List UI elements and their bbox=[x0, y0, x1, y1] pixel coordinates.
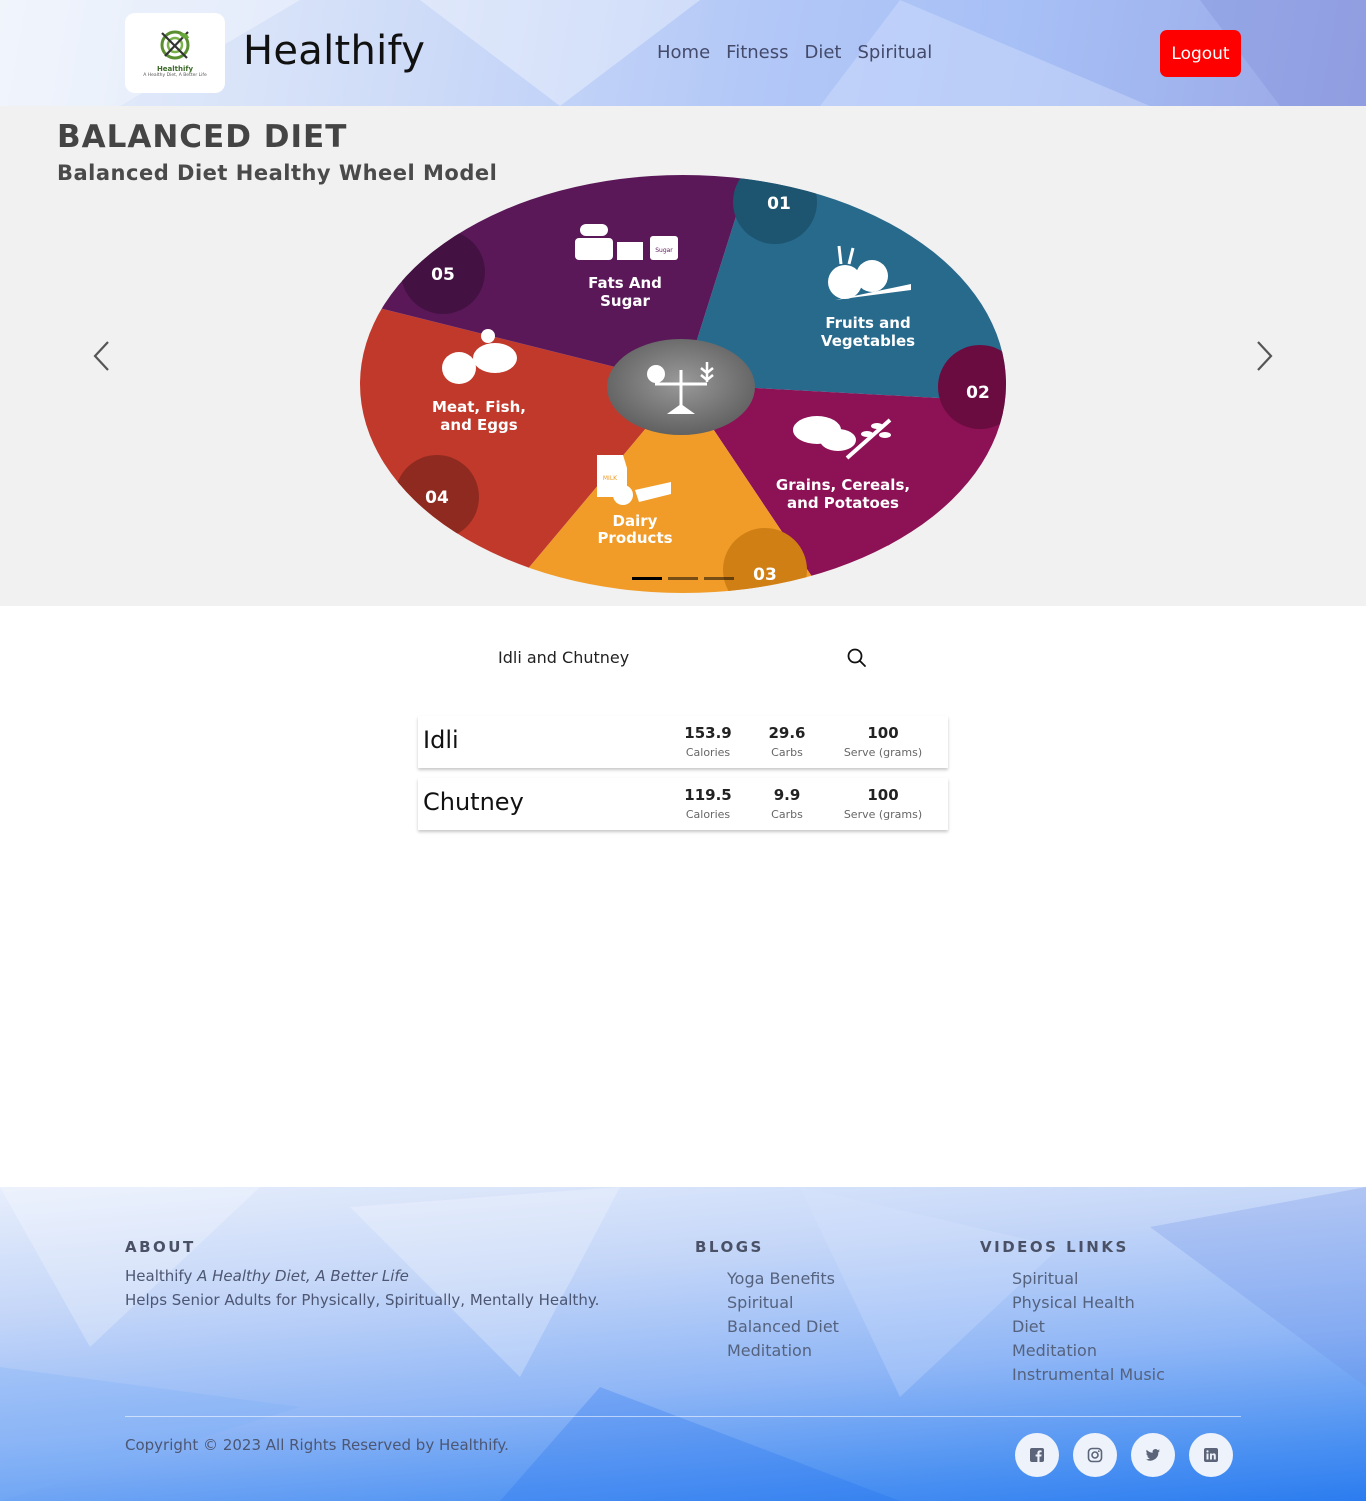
brand-title[interactable]: Healthify bbox=[243, 28, 425, 74]
serve-value: 100 bbox=[867, 786, 899, 804]
twitter-icon bbox=[1145, 1449, 1160, 1461]
facebook-icon bbox=[1030, 1448, 1044, 1462]
logo[interactable]: Healthify A Healthy Diet, A Better Life bbox=[125, 13, 225, 93]
serve-value: 100 bbox=[867, 724, 899, 742]
segment-number-05: 05 bbox=[431, 265, 455, 285]
nav-diet[interactable]: Diet bbox=[805, 42, 842, 63]
carousel-next-icon[interactable] bbox=[1252, 339, 1276, 373]
segment-label-fruits-1: Fruits and bbox=[825, 314, 910, 332]
segment-number-01: 01 bbox=[767, 194, 791, 214]
carbs-value: 9.9 bbox=[773, 786, 801, 804]
balanced-diet-wheel: 01 02 03 04 05 Fruits and Vegetables Gra… bbox=[360, 175, 1006, 593]
instagram-icon bbox=[1087, 1447, 1103, 1463]
site-header: Healthify A Healthy Diet, A Better Life … bbox=[0, 0, 1366, 106]
carousel-prev-icon[interactable] bbox=[90, 339, 114, 373]
food-name: Chutney bbox=[423, 788, 524, 816]
blog-link-spiritual[interactable]: Spiritual bbox=[727, 1291, 839, 1315]
about-brand: Healthify bbox=[125, 1267, 193, 1285]
logo-tagline: A Healthy Diet, A Better Life bbox=[143, 72, 207, 78]
video-link-meditation[interactable]: Meditation bbox=[1012, 1339, 1165, 1363]
twitter-button[interactable] bbox=[1131, 1433, 1175, 1477]
blog-link-yoga-benefits[interactable]: Yoga Benefits bbox=[727, 1267, 839, 1291]
hero-carousel: BALANCED DIET Balanced Diet Healthy Whee… bbox=[0, 106, 1366, 606]
serve-label: Serve (grams) bbox=[843, 808, 923, 821]
nav-home[interactable]: Home bbox=[657, 42, 710, 63]
food-search bbox=[490, 638, 880, 676]
blogs-list: Yoga Benefits Spiritual Balanced Diet Me… bbox=[727, 1267, 839, 1363]
milk-carton-label: MILK bbox=[603, 475, 618, 482]
instagram-button[interactable] bbox=[1073, 1433, 1117, 1477]
logo-name: Healthify bbox=[156, 64, 194, 73]
blogs-heading: BLOGS bbox=[695, 1238, 764, 1256]
segment-label-fats-1: Fats And bbox=[588, 274, 662, 292]
videos-list: Spiritual Physical Health Diet Meditatio… bbox=[1012, 1267, 1165, 1387]
carousel-indicators bbox=[632, 577, 734, 580]
segment-number-03: 03 bbox=[753, 565, 777, 585]
video-link-diet[interactable]: Diet bbox=[1012, 1315, 1165, 1339]
social-links bbox=[1015, 1433, 1233, 1477]
linkedin-icon bbox=[1204, 1448, 1218, 1462]
segment-label-grains-2: and Potatoes bbox=[787, 494, 899, 512]
logout-button[interactable]: Logout bbox=[1160, 30, 1241, 77]
about-description: Helps Senior Adults for Physically, Spir… bbox=[125, 1291, 600, 1309]
about-heading: ABOUT bbox=[125, 1238, 196, 1256]
blog-link-balanced-diet[interactable]: Balanced Diet bbox=[727, 1315, 839, 1339]
segment-label-fruits-2: Vegetables bbox=[821, 332, 915, 350]
video-link-spiritual[interactable]: Spiritual bbox=[1012, 1267, 1165, 1291]
segment-label-dairy-2: Products bbox=[597, 529, 672, 547]
about-tagline: A Healthy Diet, A Better Life bbox=[197, 1267, 409, 1285]
segment-label-meat-1: Meat, Fish, bbox=[432, 398, 526, 416]
footer-divider bbox=[125, 1416, 1241, 1417]
sugar-jar-label: Sugar bbox=[655, 247, 673, 254]
segment-label-grains-1: Grains, Cereals, bbox=[776, 476, 910, 494]
segment-label-fats-2: Sugar bbox=[600, 292, 650, 310]
slide-title: BALANCED DIET bbox=[57, 119, 348, 155]
serve-stat: 100 Serve (grams) bbox=[828, 724, 938, 759]
result-card-chutney: Chutney 119.5 Calories 9.9 Carbs 100 Ser… bbox=[418, 778, 948, 830]
carousel-indicator-3[interactable] bbox=[704, 577, 734, 580]
segment-label-meat-2: and Eggs bbox=[440, 416, 517, 434]
video-link-instrumental-music[interactable]: Instrumental Music bbox=[1012, 1363, 1165, 1387]
video-link-physical-health[interactable]: Physical Health bbox=[1012, 1291, 1165, 1315]
nutrition-results: Idli 153.9 Calories 29.6 Carbs 100 Serve… bbox=[418, 716, 948, 840]
serve-stat: 100 Serve (grams) bbox=[828, 786, 938, 821]
result-card-idli: Idli 153.9 Calories 29.6 Carbs 100 Serve… bbox=[418, 716, 948, 768]
carbs-value: 29.6 bbox=[768, 724, 806, 742]
copyright-text: Copyright © 2023 All Rights Reserved by bbox=[125, 1436, 435, 1454]
copyright: Copyright © 2023 All Rights Reserved by … bbox=[125, 1436, 509, 1454]
blog-link-meditation[interactable]: Meditation bbox=[727, 1339, 839, 1363]
about-brand-line: Healthify A Healthy Diet, A Better Life bbox=[125, 1267, 409, 1285]
carbs-stat: 9.9 Carbs bbox=[732, 786, 842, 821]
carousel-indicator-1[interactable] bbox=[632, 577, 662, 580]
segment-number-04: 04 bbox=[425, 488, 449, 508]
search-input[interactable] bbox=[490, 638, 840, 676]
copyright-brand-link[interactable]: Healthify. bbox=[439, 1436, 509, 1454]
videos-heading: VIDEOS LINKS bbox=[980, 1238, 1129, 1256]
segment-number-02: 02 bbox=[966, 383, 990, 403]
nav-fitness[interactable]: Fitness bbox=[726, 42, 788, 63]
carbs-stat: 29.6 Carbs bbox=[732, 724, 842, 759]
site-footer: ABOUT Healthify A Healthy Diet, A Better… bbox=[0, 1187, 1366, 1501]
facebook-button[interactable] bbox=[1015, 1433, 1059, 1477]
segment-label-dairy-1: Dairy bbox=[613, 512, 658, 530]
serve-label: Serve (grams) bbox=[843, 746, 923, 759]
food-name: Idli bbox=[423, 726, 459, 754]
carbs-label: Carbs bbox=[771, 746, 803, 759]
search-icon[interactable] bbox=[846, 647, 868, 669]
linkedin-button[interactable] bbox=[1189, 1433, 1233, 1477]
logo-emblem-icon bbox=[160, 30, 190, 59]
nav-spiritual[interactable]: Spiritual bbox=[858, 42, 933, 63]
carbs-label: Carbs bbox=[771, 808, 803, 821]
carousel-indicator-2[interactable] bbox=[668, 577, 698, 580]
main-nav: Home Fitness Diet Spiritual bbox=[657, 42, 932, 63]
